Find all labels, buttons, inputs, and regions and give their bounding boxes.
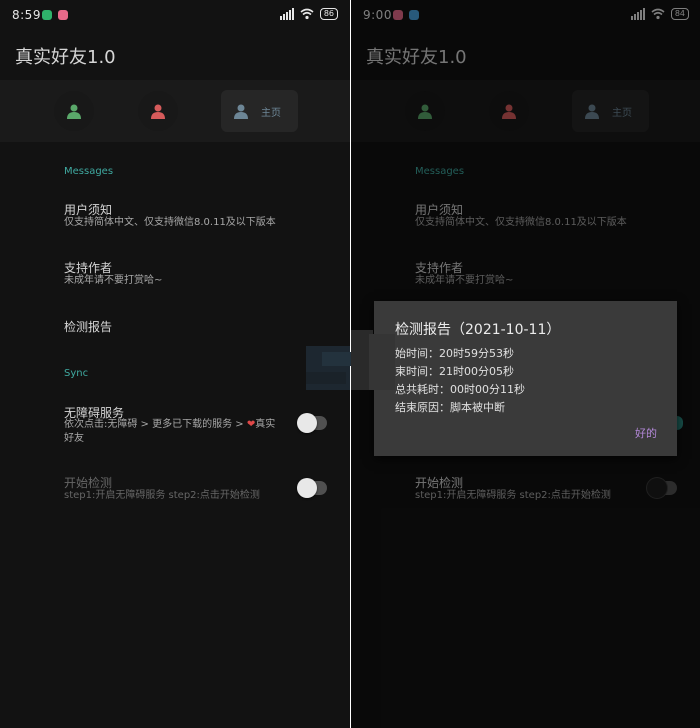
report-title[interactable]: 检测报告 [64,318,112,335]
notice-description: 仅支持简体中文、仅支持微信8.0.11及以下版本 [64,217,276,228]
a11y-desc-text: 真实 [255,419,276,430]
app-notification-icon [58,10,68,20]
a11y-desc-text: 依次点击:无障碍 > 更多已下载的服务 > [64,419,247,430]
dialog-end-time: 束时间：21时00分05秒 [395,365,514,378]
a11y-desc-text: 好友 [64,433,84,444]
heart-icon: ❤ [246,419,256,430]
section-header-messages: Messages [64,166,114,177]
dialog-duration: 总共耗时：00时00分11秒 [395,383,525,396]
screen-after: 9:00 84 真实好友1.0 主页 Messages 用户须知 仅支持简体中文… [351,0,700,728]
toggle-knob [297,478,317,498]
report-dialog: 检测报告（2021-10-11） 始时间：20时59分53秒 束时间：21时00… [374,301,677,456]
status-time: 8:59 [12,8,41,22]
signal-icon [279,8,294,20]
toggle-knob [297,413,317,433]
friend-tabs: 主页 [0,80,350,142]
person-icon [151,104,165,119]
accessibility-service-description: 依次点击:无障碍 > 更多已下载的服务 > ❤真实好友 [64,418,284,446]
status-bar: 8:59 86 [0,0,350,30]
dialog-ok-button[interactable]: 好的 [635,425,657,441]
start-detect-toggle[interactable] [297,478,327,498]
dialog-end-reason: 结束原因：脚本被中断 [395,401,505,414]
tab-friend-green[interactable] [54,91,94,131]
support-author-description: 未成年请不要打赏哈~ [64,275,163,286]
wifi-icon [300,8,314,20]
accessibility-toggle[interactable] [297,413,327,433]
start-detect-description: step1:开启无障碍服务 step2:点击开始检测 [64,490,260,501]
app-title: 真实好友1.0 [15,47,116,68]
person-icon [234,104,248,119]
wechat-notification-icon [42,10,52,20]
tab-friend-red[interactable] [138,91,178,131]
battery-indicator: 86 [319,8,338,20]
tab-home[interactable]: 主页 [221,90,298,132]
dialog-title: 检测报告（2021-10-11） [395,322,561,338]
section-header-sync: Sync [64,368,89,379]
app-bar: 真实好友1.0 [0,30,350,80]
tab-home-label: 主页 [261,107,281,119]
person-icon [67,104,81,119]
dialog-start-time: 始时间：20时59分53秒 [395,347,514,360]
screen-before: 8:59 86 真实好友1.0 主页 Messages 用户须知 仅支持简体中文… [0,0,350,728]
